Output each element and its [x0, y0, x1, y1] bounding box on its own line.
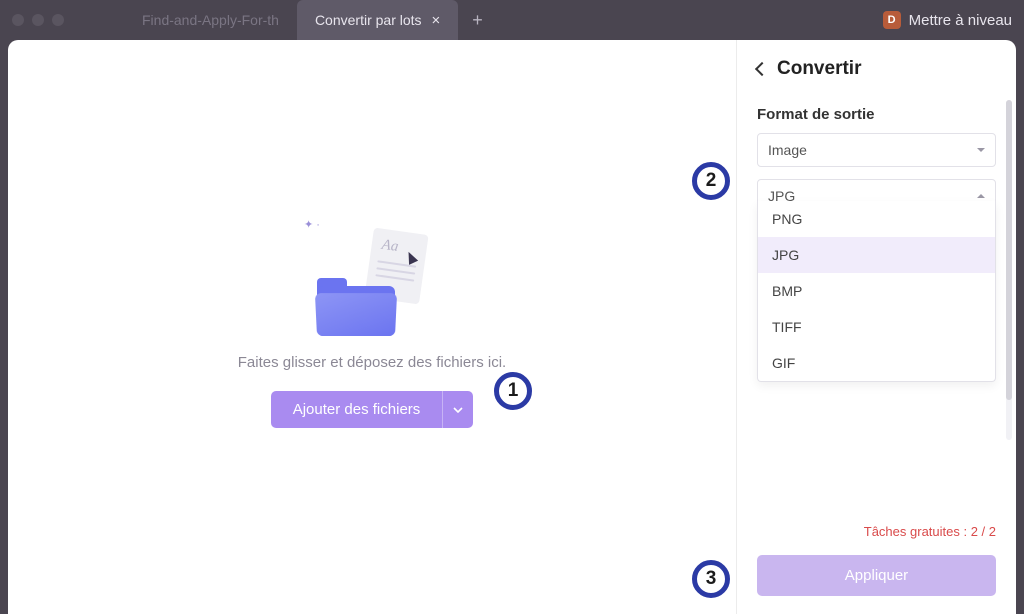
category-select-value: Image — [768, 142, 807, 158]
titlebar: Find-and-Apply-For-th Convertir par lots… — [0, 0, 1024, 40]
maximize-window-icon[interactable] — [52, 14, 64, 26]
side-panel-body: Format de sortie Image JPG PNG JPG BMP T… — [737, 96, 1016, 555]
annotation-3: 3 — [692, 560, 730, 598]
app-window: ✦ · Faites glisser et déposez des fichie… — [8, 40, 1016, 614]
side-panel-header: Convertir — [737, 58, 1016, 96]
output-format-label: Format de sortie — [757, 106, 996, 123]
chevron-up-icon — [977, 194, 985, 198]
drop-illustration-icon: ✦ · — [312, 226, 432, 336]
annotation-2: 2 — [692, 162, 730, 200]
back-chevron-icon[interactable] — [755, 62, 769, 76]
chevron-down-icon — [977, 148, 985, 152]
format-option-gif[interactable]: GIF — [758, 345, 995, 381]
free-tasks-label: Tâches gratuites : 2 / 2 — [757, 512, 996, 555]
side-panel: Convertir Format de sortie Image JPG PNG… — [736, 40, 1016, 614]
add-files-button[interactable]: Ajouter des fichiers — [271, 391, 443, 428]
chevron-down-icon — [453, 407, 463, 413]
category-select[interactable]: Image — [757, 133, 996, 167]
add-files-split-button: Ajouter des fichiers — [271, 391, 474, 428]
upgrade-label: Mettre à niveau — [909, 12, 1012, 29]
side-panel-title: Convertir — [777, 58, 861, 80]
tab-convertir-par-lots[interactable]: Convertir par lots × — [297, 0, 458, 40]
minimize-window-icon[interactable] — [32, 14, 44, 26]
format-option-tiff[interactable]: TIFF — [758, 309, 995, 345]
tab-find-and-apply[interactable]: Find-and-Apply-For-th — [124, 0, 297, 40]
format-option-png[interactable]: PNG — [758, 201, 995, 237]
scrollbar-thumb[interactable] — [1006, 100, 1012, 400]
annotation-1: 1 — [494, 372, 532, 410]
drop-pane: ✦ · Faites glisser et déposez des fichie… — [8, 40, 736, 614]
tab-strip: Find-and-Apply-For-th Convertir par lots… — [124, 0, 497, 40]
new-tab-button[interactable]: + — [458, 0, 497, 40]
format-dropdown-panel: PNG JPG BMP TIFF GIF — [757, 201, 996, 382]
drop-hint-text: Faites glisser et déposez des fichiers i… — [238, 354, 506, 371]
format-option-jpg[interactable]: JPG — [758, 237, 995, 273]
format-option-bmp[interactable]: BMP — [758, 273, 995, 309]
tab-label: Convertir par lots — [315, 12, 422, 28]
upgrade-button[interactable]: D Mettre à niveau — [883, 11, 1012, 29]
tab-label: Find-and-Apply-For-th — [142, 12, 279, 28]
upgrade-badge-icon: D — [883, 11, 901, 29]
close-tab-icon[interactable]: × — [432, 12, 441, 29]
apply-button[interactable]: Appliquer — [757, 555, 996, 596]
window-controls — [12, 14, 64, 26]
add-files-dropdown-button[interactable] — [442, 391, 473, 428]
close-window-icon[interactable] — [12, 14, 24, 26]
